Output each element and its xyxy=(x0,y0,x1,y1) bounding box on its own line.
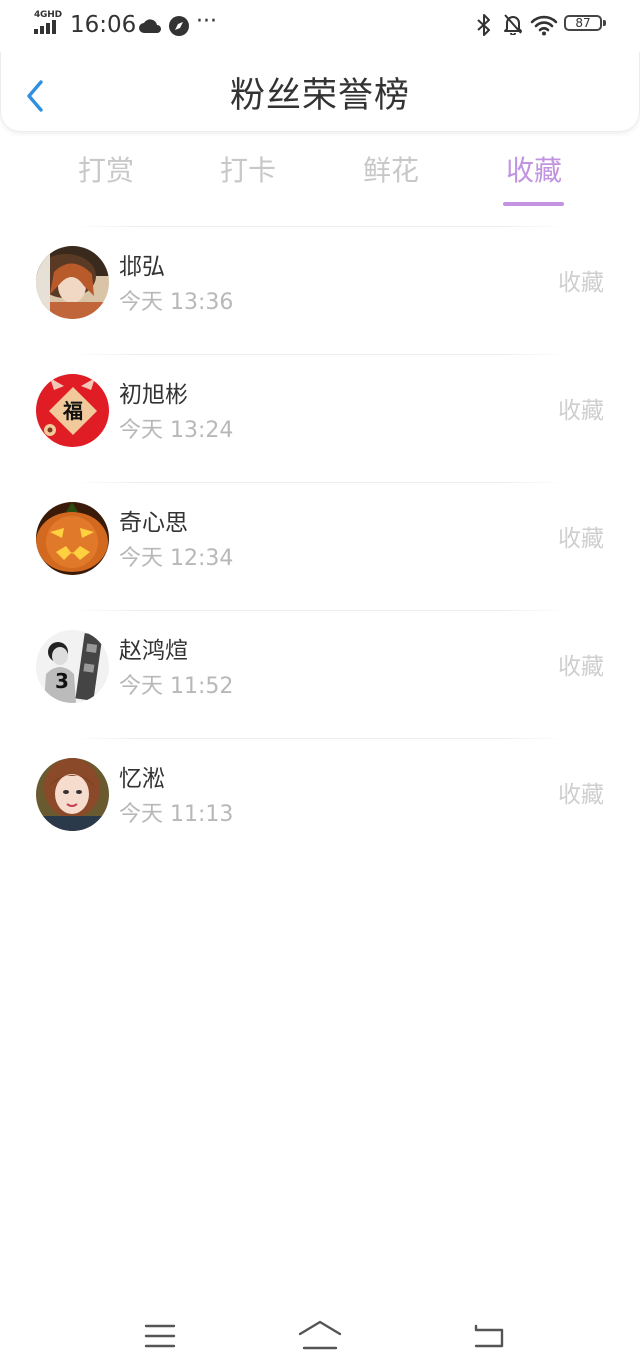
more-notifications-icon: ··· xyxy=(196,9,217,34)
active-tab-indicator xyxy=(503,202,564,206)
user-time: 今天 12:34 xyxy=(119,546,234,571)
tab-flowers[interactable]: 鲜花 xyxy=(336,150,446,192)
return-icon xyxy=(474,1324,504,1348)
system-nav-bar xyxy=(0,1300,640,1372)
user-name: 初旭彬 xyxy=(119,382,188,408)
menu-icon xyxy=(144,1324,176,1348)
tab-bar: 打赏 打卡 鲜花 收藏 xyxy=(0,150,640,210)
network-type-label: 4GHD xyxy=(34,10,62,20)
user-name: 奇心思 xyxy=(119,510,188,536)
action-label: 收藏 xyxy=(558,270,604,296)
wifi-icon xyxy=(530,15,558,36)
avatar[interactable]: 3 xyxy=(36,630,109,703)
list-item[interactable]: 邶弘 今天 13:36 收藏 xyxy=(0,226,640,354)
avatar[interactable] xyxy=(36,246,109,319)
action-label: 收藏 xyxy=(558,654,604,680)
avatar-image xyxy=(36,246,109,319)
user-time: 今天 13:24 xyxy=(119,418,234,443)
avatar[interactable] xyxy=(36,502,109,575)
avatar-image xyxy=(36,502,109,575)
user-time: 今天 11:13 xyxy=(119,802,234,827)
action-label: 收藏 xyxy=(558,526,604,552)
header: 粉丝荣誉榜 xyxy=(0,52,640,132)
bluetooth-icon xyxy=(477,14,490,36)
home-button[interactable] xyxy=(296,1316,344,1356)
home-icon xyxy=(298,1320,342,1350)
user-time: 今天 11:52 xyxy=(119,674,234,699)
avatar-image: 3 xyxy=(36,630,109,703)
divider xyxy=(72,610,568,611)
back-nav-button[interactable] xyxy=(468,1316,508,1356)
avatar-image: 福 xyxy=(36,374,109,447)
signal-icon xyxy=(34,20,56,34)
status-time: 16:06 xyxy=(70,12,137,38)
fu-character: 福 xyxy=(62,399,83,423)
list-item[interactable]: 奇心思 今天 12:34 收藏 xyxy=(0,482,640,610)
user-name: 赵鸿煊 xyxy=(119,638,188,664)
compass-icon xyxy=(169,16,189,36)
page-title: 粉丝荣誉榜 xyxy=(229,76,410,116)
avatar[interactable]: 福 xyxy=(36,374,109,447)
divider xyxy=(72,226,568,227)
menu-button[interactable] xyxy=(140,1316,180,1356)
list-item[interactable]: 忆淞 今天 11:13 收藏 xyxy=(0,738,640,866)
divider xyxy=(72,354,568,355)
battery-indicator: 87 xyxy=(564,15,602,31)
tab-checkin[interactable]: 打卡 xyxy=(193,150,303,192)
status-right: 87 xyxy=(476,12,608,38)
user-time: 今天 13:36 xyxy=(119,290,234,315)
avatar[interactable] xyxy=(36,758,109,831)
action-label: 收藏 xyxy=(558,398,604,424)
divider xyxy=(72,482,568,483)
number-badge-icon: 3 xyxy=(55,669,69,693)
user-name: 邶弘 xyxy=(119,254,165,280)
tab-tip[interactable]: 打赏 xyxy=(51,150,161,192)
list-item[interactable]: 福 初旭彬 今天 13:24 收藏 xyxy=(0,354,640,482)
tab-favorites[interactable]: 收藏 xyxy=(479,150,589,192)
bell-muted-icon xyxy=(504,14,522,35)
avatar-image xyxy=(36,758,109,831)
divider xyxy=(72,738,568,739)
status-bar: 4GHD 16:06 ··· 87 xyxy=(0,0,640,52)
action-label: 收藏 xyxy=(558,782,604,808)
cloud-icon xyxy=(139,19,161,33)
battery-tip xyxy=(603,20,606,26)
user-name: 忆淞 xyxy=(119,766,165,792)
list-item[interactable]: 3 赵鸿煊 今天 11:52 收藏 xyxy=(0,610,640,738)
